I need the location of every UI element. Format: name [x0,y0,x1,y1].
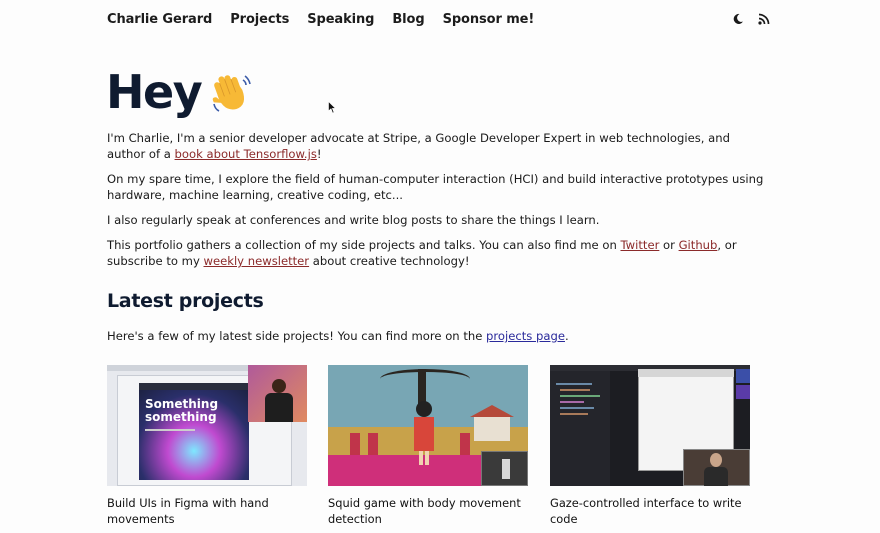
latest-projects-description: Here's a few of my latest side projects!… [107,329,569,343]
intro-paragraph-2: On my spare time, I explore the field of… [107,172,764,202]
nav-link-blog[interactable]: Blog [392,12,424,27]
latest-projects-heading: Latest projects [107,290,264,312]
top-nav: Charlie Gerard Projects Speaking Blog Sp… [107,9,770,29]
project-card-title[interactable]: Build UIs in Figma with hand movements [107,495,302,527]
projects-page-link[interactable]: projects page [486,329,565,343]
nav-link-speaking[interactable]: Speaking [307,12,374,27]
project-card-title[interactable]: Squid game with body movement detection [328,495,523,527]
hero-title: Hey [106,65,203,119]
project-card-figma[interactable]: Something something Build UIs in Figma w… [107,365,307,527]
rss-icon[interactable] [758,13,770,25]
moon-icon[interactable] [732,13,744,25]
thumb-text: Something something [145,397,219,424]
newsletter-link[interactable]: weekly newsletter [204,254,310,268]
intro-paragraph-1: I'm Charlie, I'm a senior developer advo… [107,131,730,161]
project-card-gaze-interface[interactable]: Gaze-controlled interface to write code [550,365,750,527]
waving-hand-icon [212,75,251,112]
nav-actions [732,13,770,25]
project-thumbnail[interactable] [328,365,528,486]
project-thumbnail[interactable] [550,365,750,486]
github-link[interactable]: Github [679,238,718,252]
nav-brand[interactable]: Charlie Gerard [107,12,212,27]
nav-link-projects[interactable]: Projects [230,12,289,27]
twitter-link[interactable]: Twitter [620,238,659,252]
project-thumbnail[interactable]: Something something [107,365,307,486]
intro-paragraph-4: This portfolio gathers a collection of m… [107,238,737,268]
project-card-title[interactable]: Gaze-controlled interface to write code [550,495,745,527]
project-card-squid-game[interactable]: Squid game with body movement detection [328,365,528,527]
hero: Hey [106,64,253,120]
mouse-cursor-icon [328,101,336,114]
intro-paragraph-3: I also regularly speak at conferences an… [107,213,600,227]
nav-link-sponsor[interactable]: Sponsor me! [443,12,535,27]
book-link[interactable]: book about Tensorflow.js [175,147,317,161]
